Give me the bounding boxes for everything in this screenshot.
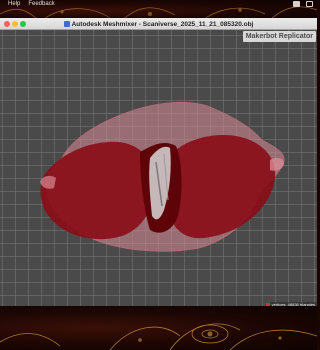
model-left-lobe [40,141,155,240]
meshmixer-window: Autodesk Meshmixer - Scaniverse_2025_11_… [0,18,317,308]
window-title-group: Autodesk Meshmixer - Scaniverse_2025_11_… [0,18,317,30]
model-right-lobe [166,135,276,239]
mesh-model-render[interactable] [0,30,317,308]
menu-item-help[interactable]: Help [8,0,20,9]
3d-viewport[interactable]: Makerbot Replicator vertices: 48836 tria… [0,30,317,308]
camera-icon[interactable] [293,1,300,7]
printer-label[interactable]: Makerbot Replicator [242,31,316,42]
menu-item-feedback[interactable]: Feedback [28,0,54,9]
system-menubar: Help Feedback [0,0,317,9]
desktop-wallpaper-bottom [0,306,317,350]
meshmixer-app-icon [63,21,70,27]
model-right-tab [270,157,284,171]
window-titlebar[interactable]: Autodesk Meshmixer - Scaniverse_2025_11_… [0,18,317,30]
orchid-wallpaper-art-bottom [0,323,317,350]
desktop: Help Feedback Autodesk Meshmixer - Scani… [0,0,317,350]
window-icon[interactable] [306,1,313,7]
window-title: Autodesk Meshmixer - Scaniverse_2025_11_… [71,20,254,28]
menubar-status-area [293,1,313,7]
